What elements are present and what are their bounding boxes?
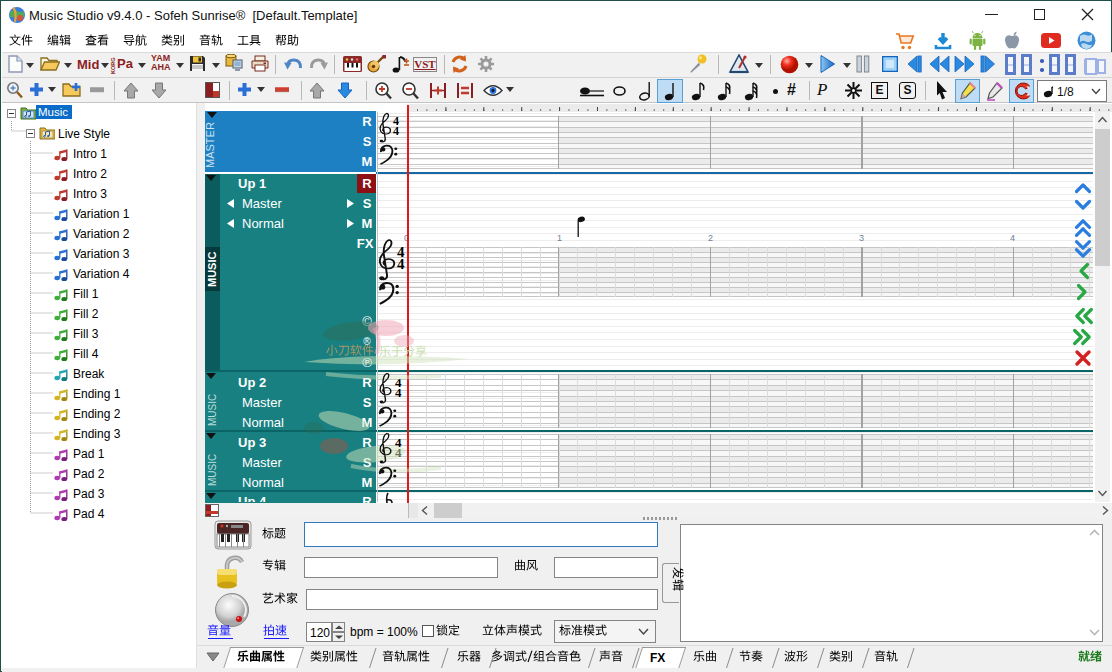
svg-text:KORG: KORG — [110, 58, 116, 75]
